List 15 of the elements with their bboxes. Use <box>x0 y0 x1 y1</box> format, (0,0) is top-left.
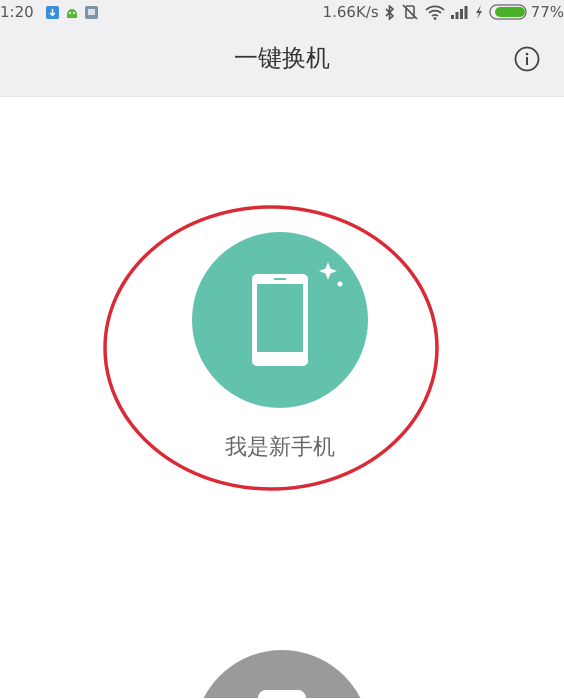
download-icon <box>46 6 59 18</box>
status-time: 1:20 <box>0 3 34 21</box>
bluetooth-icon <box>384 4 395 20</box>
signal-icon <box>450 5 469 19</box>
page-title: 一键换机 <box>234 43 330 74</box>
battery-icon <box>488 4 527 20</box>
info-icon[interactable] <box>514 46 540 72</box>
vibrate-off-icon <box>400 4 419 20</box>
screenshot-icon <box>84 6 98 18</box>
charging-icon <box>474 5 483 19</box>
new-phone-icon[interactable] <box>192 232 368 408</box>
battery-percentage: 77% <box>530 3 564 21</box>
wifi-icon <box>424 4 445 20</box>
option-label[interactable]: 我是新手机 <box>225 432 335 462</box>
network-speed: 1.66K/s <box>322 3 379 21</box>
